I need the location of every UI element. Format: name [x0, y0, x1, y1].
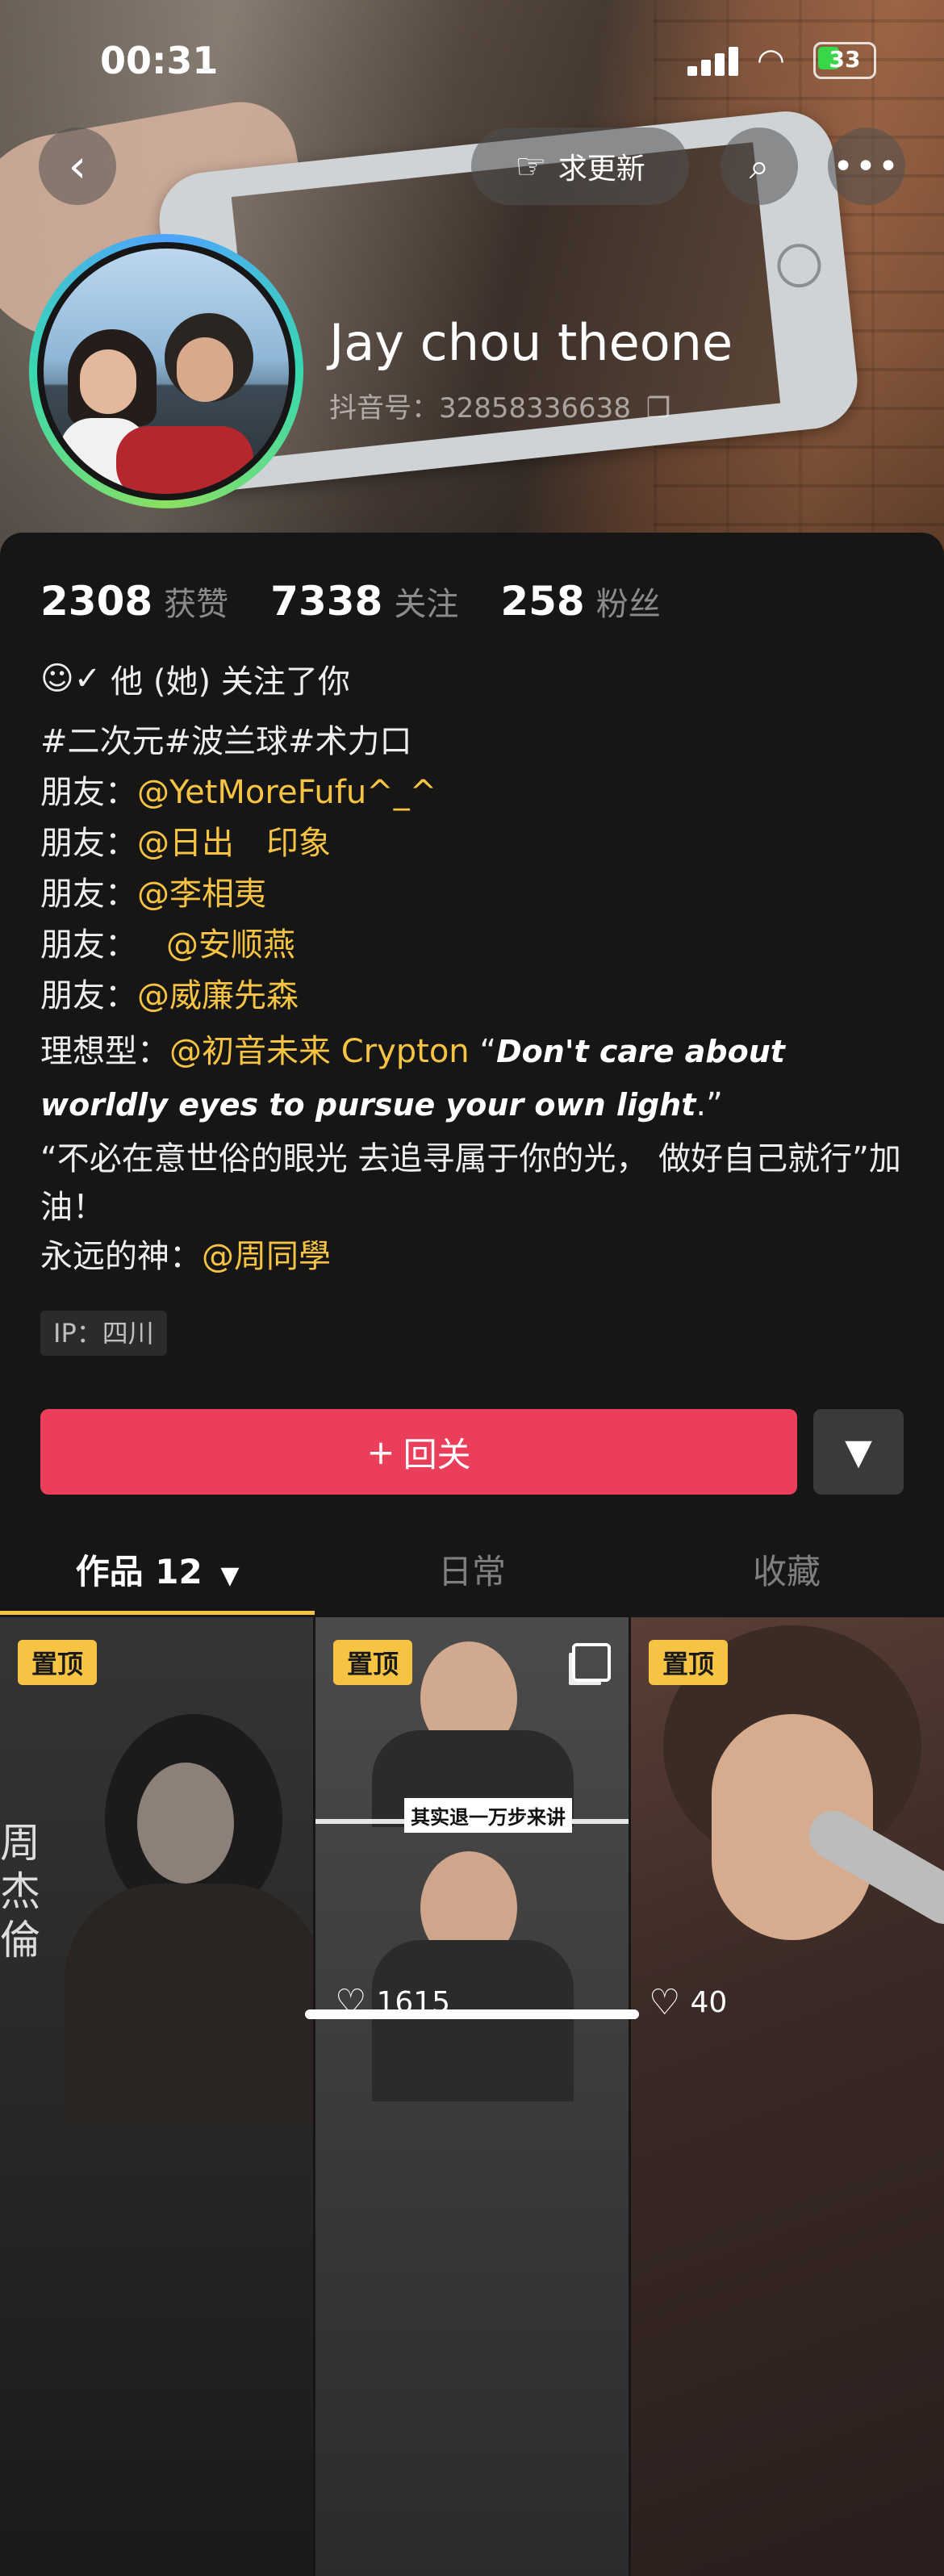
followers-label[interactable]: 粉丝 — [596, 578, 661, 625]
tab-daily[interactable]: 日常 — [315, 1532, 629, 1612]
battery-level: 33 — [829, 46, 861, 73]
bio-friend-line: 朋友：@YetMoreFufu^_^ — [40, 767, 912, 818]
hand-point-icon: ☞ — [515, 145, 547, 187]
douyin-id-text: 抖音号：32858336638 — [329, 392, 631, 424]
pinned-badge: 置顶 — [333, 1640, 412, 1685]
pinned-badge: 置顶 — [18, 1640, 97, 1685]
following-count[interactable]: 7338 — [270, 578, 382, 625]
friend-mention[interactable]: @安顺燕 — [166, 926, 295, 964]
video-likes: ♡ 40 — [649, 1982, 727, 2023]
video-tile[interactable]: 其实退一万步来讲 置顶 — [315, 1617, 629, 2576]
follow-back-label: 回关 — [403, 1434, 471, 1474]
followers-count[interactable]: 258 — [500, 578, 584, 625]
friend-mention[interactable]: @李相夷 — [137, 876, 266, 913]
bio-friend-line: 朋友：@日出 印象 — [40, 818, 912, 869]
friend-mention[interactable]: @YetMoreFufu^_^ — [137, 774, 436, 811]
video-grid: 周杰倫 置顶 其实退一万步来讲 置顶 置顶 — [0, 1617, 944, 2576]
user-check-icon: ☺✓ — [40, 660, 102, 697]
douyin-id[interactable]: 抖音号：32858336638 ❐ — [329, 386, 670, 425]
god-label: 永远的神： — [40, 1238, 202, 1275]
ip-location-badge: IP：四川 — [40, 1311, 167, 1356]
battery-icon: 33 — [813, 42, 876, 79]
friend-label: 朋友： — [40, 825, 137, 862]
quote-open: “ — [479, 1033, 497, 1070]
tab-favorites[interactable]: 收藏 — [629, 1532, 944, 1612]
ideal-label: 理想型： — [40, 1033, 169, 1070]
send-icon: ▼ — [845, 1431, 872, 1473]
follow-back-button[interactable]: + 回关 — [40, 1409, 797, 1495]
bio-friend-line: 朋友： @安顺燕 — [40, 920, 912, 971]
video-tile[interactable]: 周杰倫 置顶 — [0, 1617, 313, 2576]
signal-icon — [687, 44, 739, 76]
friend-label: 朋友： — [40, 876, 137, 913]
friend-label: 朋友： — [40, 977, 137, 1014]
video-likes-count: 40 — [690, 1986, 728, 2019]
profile-name: Jay chou theone — [329, 313, 733, 372]
tab-works-label: 作品 12 — [75, 1552, 203, 1591]
friend-label: 朋友： — [40, 774, 137, 811]
video-tile[interactable]: 置顶 — [631, 1617, 944, 2576]
bio-tags: #二次元#波兰球#术力口 — [40, 723, 412, 760]
following-label[interactable]: 关注 — [394, 578, 458, 625]
quote-close: .” — [695, 1086, 723, 1123]
follows-you-text: 他 (她) 关注了你 — [111, 663, 350, 700]
request-update-button[interactable]: ☞ 求更新 — [471, 128, 689, 205]
follows-you-note: ☺✓ 他 (她) 关注了你 — [40, 655, 350, 702]
status-time: 00:31 — [100, 39, 219, 82]
god-mention[interactable]: @周同學 — [202, 1238, 331, 1275]
search-icon: ⌕ — [749, 145, 770, 187]
video-subtitle: 其实退一万步来讲 — [404, 1798, 572, 1833]
likes-label: 获赞 — [164, 586, 229, 623]
bio-ideal-line: 理想型：@初音未来 Crypton “Don't care about worl… — [40, 1025, 912, 1131]
profile-bio: #二次元#波兰球#术力口 朋友：@YetMoreFufu^_^ 朋友：@日出 印… — [40, 717, 912, 1282]
wifi-icon: ◠ — [757, 42, 785, 79]
pinned-badge: 置顶 — [649, 1640, 728, 1685]
status-bar: 00:31 ◠ 33 — [0, 32, 944, 89]
bio-god-line: 永远的神：@周同學 — [40, 1232, 912, 1282]
cover-phone-home-button — [775, 241, 824, 290]
heart-icon: ♡ — [649, 1982, 681, 2023]
copy-icon[interactable]: ❐ — [646, 392, 670, 424]
chevron-down-icon: ▼ — [220, 1562, 240, 1590]
tab-works[interactable]: 作品 12 ▼ — [0, 1532, 315, 1612]
ideal-mention[interactable]: @初音未来 Crypton — [169, 1033, 470, 1070]
friend-mention[interactable]: @威廉先森 — [137, 977, 299, 1014]
tab-underline — [0, 1611, 315, 1615]
multi-image-icon — [572, 1643, 611, 1682]
bio-quote-chinese: “不必在意世俗的眼光 去追寻属于你的光， 做好自己就行”加油！ — [40, 1140, 901, 1226]
bio-friend-line: 朋友：@威廉先森 — [40, 971, 912, 1022]
more-icon: ••• — [833, 145, 900, 187]
back-button[interactable]: ‹ — [39, 128, 116, 205]
friend-label: 朋友： — [40, 926, 137, 964]
request-update-label: 求更新 — [558, 153, 645, 186]
profile-stats: 2308 获赞 7338 关注 258 粉丝 — [40, 578, 703, 634]
share-button[interactable]: ▼ — [813, 1409, 904, 1495]
avatar[interactable] — [29, 234, 303, 508]
plus-icon: + — [366, 1432, 395, 1472]
search-button[interactable]: ⌕ — [721, 128, 798, 205]
avatar-image — [44, 249, 289, 494]
bio-friend-line: 朋友：@李相夷 — [40, 869, 912, 920]
home-indicator — [305, 2009, 639, 2019]
content-tabs: 作品 12 ▼ 日常 收藏 — [0, 1532, 944, 1612]
likes-count: 2308 — [40, 578, 153, 625]
video-overlay-text: 周杰倫 — [0, 1820, 40, 1963]
more-button[interactable]: ••• — [828, 128, 905, 205]
chevron-left-icon: ‹ — [68, 140, 87, 193]
friend-mention[interactable]: @日出 印象 — [137, 825, 331, 862]
